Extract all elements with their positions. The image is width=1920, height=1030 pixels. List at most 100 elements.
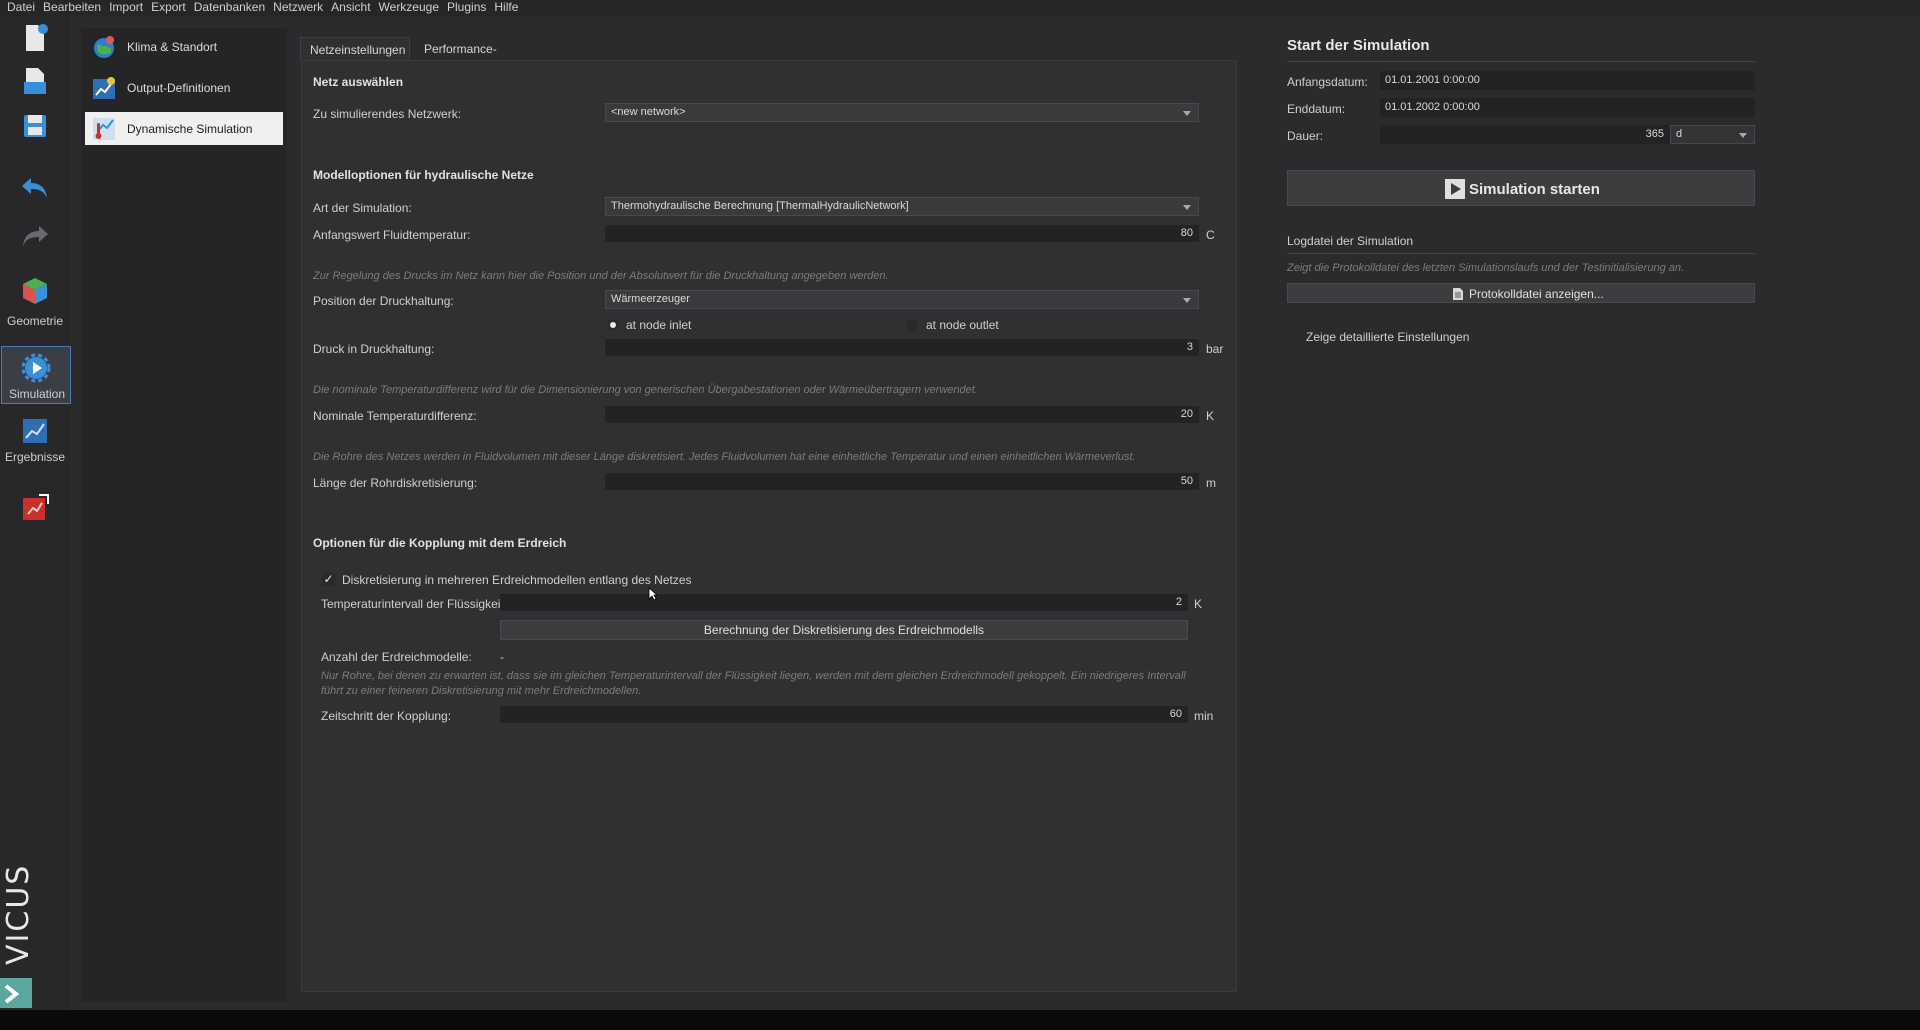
detail-settings-label: Zeige detaillierte Einstellungen xyxy=(1306,330,1470,344)
redo-button[interactable] xyxy=(0,222,70,254)
new-file-icon xyxy=(26,24,48,51)
simulation-start-title: Start der Simulation xyxy=(1287,37,1430,54)
start-date-input[interactable]: 01.01.2001 0:00:00 xyxy=(1380,71,1755,90)
simulation-start-panel: Start der Simulation Anfangsdatum: 01.01… xyxy=(1287,0,1757,360)
pipe-length-unit: m xyxy=(1206,476,1216,490)
fluid-interval-input[interactable]: 2 xyxy=(500,594,1188,611)
duration-value: 365 xyxy=(1645,128,1664,140)
pressure-position-combobox[interactable]: Wärmeerzeuger xyxy=(605,290,1199,309)
pressure-position-value: Wärmeerzeuger xyxy=(611,293,690,305)
pressure-input[interactable]: 3 xyxy=(605,339,1199,356)
radio-node-inlet[interactable] xyxy=(607,319,619,331)
duration-label: Dauer: xyxy=(1287,129,1324,143)
mouse-cursor-icon xyxy=(648,587,658,601)
pipe-length-value: 50 xyxy=(1180,475,1193,487)
geometry-mode-button[interactable]: Geometrie xyxy=(0,274,70,330)
section-network-select: Netz auswählen xyxy=(313,75,404,89)
end-date-label: Enddatum: xyxy=(1287,102,1346,116)
soil-discretization-checkbox[interactable]: ✓ xyxy=(322,573,335,586)
init-temp-input[interactable]: 80 xyxy=(605,225,1199,242)
undo-icon xyxy=(22,178,47,198)
menu-netzwerk[interactable]: Netzwerk xyxy=(273,0,323,15)
open-project-button[interactable] xyxy=(0,64,70,100)
nav-item-outputs[interactable]: Output-Definitionen xyxy=(85,71,283,104)
fluid-interval-label: Temperaturintervall der Flüssigkeit: xyxy=(321,597,508,611)
save-icon xyxy=(24,115,46,137)
chevron-down-icon xyxy=(1183,111,1191,116)
show-log-button[interactable]: Protokolldatei anzeigen... xyxy=(1287,283,1755,303)
results-chart-icon xyxy=(23,419,47,443)
radio-node-inlet-label: at node inlet xyxy=(626,318,692,332)
nav-label-dynamic-simulation: Dynamische Simulation xyxy=(127,122,253,136)
start-simulation-label: Simulation starten xyxy=(1469,181,1600,198)
section-soil-coupling: Optionen für die Kopplung mit dem Erdrei… xyxy=(313,536,567,550)
pressure-position-label: Position der Druckhaltung: xyxy=(313,294,454,308)
simulation-mode-button[interactable]: Simulation xyxy=(1,346,71,404)
init-temp-label: Anfangswert Fluidtemperatur: xyxy=(313,228,471,242)
start-date-label: Anfangsdatum: xyxy=(1287,75,1368,89)
globe-icon xyxy=(94,36,114,58)
menu-werkzeuge[interactable]: Werkzeuge xyxy=(379,0,439,15)
chevron-down-icon xyxy=(1183,205,1191,210)
geometry-cube-icon xyxy=(23,278,47,304)
radio-node-outlet[interactable] xyxy=(906,319,918,331)
temp-diff-unit: K xyxy=(1206,409,1215,423)
end-date-input[interactable]: 01.01.2002 0:00:00 xyxy=(1380,98,1755,117)
export-button[interactable] xyxy=(0,492,70,528)
open-file-icon xyxy=(24,68,46,94)
nav-label-climate: Klima & Standort xyxy=(127,40,218,54)
log-hint: Zeigt die Protokolldatei des letzten Sim… xyxy=(1287,262,1685,274)
results-mode-button[interactable]: Ergebnisse xyxy=(0,414,70,470)
duration-unit-combobox[interactable]: d xyxy=(1670,125,1755,144)
menu-bearbeiten[interactable]: Bearbeiten xyxy=(43,0,101,15)
start-simulation-button[interactable]: Simulation starten xyxy=(1287,170,1755,206)
results-label: Ergebnisse xyxy=(4,450,66,464)
chevron-down-icon xyxy=(1183,298,1191,303)
sim-type-combobox[interactable]: Thermohydraulische Berechnung [ThermalHy… xyxy=(605,197,1199,216)
undo-button[interactable] xyxy=(0,174,70,206)
calc-soil-discretization-button[interactable]: Berechnung der Diskretisierung des Erdre… xyxy=(500,620,1188,640)
soil-count-label: Anzahl der Erdreichmodelle: xyxy=(321,650,472,664)
show-log-label: Protokolldatei anzeigen... xyxy=(1469,287,1604,301)
divider xyxy=(1287,61,1755,62)
pipe-length-label: Länge der Rohrdiskretisierung: xyxy=(313,476,478,490)
coupling-step-value: 60 xyxy=(1169,708,1182,720)
coupling-step-input[interactable]: 60 xyxy=(500,706,1188,723)
brand-text: VICUS xyxy=(1,863,36,965)
menu-export[interactable]: Export xyxy=(151,0,186,15)
init-temp-unit: C xyxy=(1206,228,1215,242)
temp-diff-input[interactable]: 20 xyxy=(605,406,1199,423)
thermometer-icon xyxy=(93,118,115,140)
soil-hint-line-1: Nur Rohre, bei denen zu erwarten ist, da… xyxy=(321,670,1186,682)
pipe-hint: Die Rohre des Netzes werden in Fluidvolu… xyxy=(313,451,1136,463)
output-chart-icon xyxy=(93,77,115,99)
duration-input[interactable]: 365 xyxy=(1380,125,1670,144)
menu-datenbanken[interactable]: Datenbanken xyxy=(194,0,265,15)
nav-item-dynamic-simulation[interactable]: Dynamische Simulation xyxy=(85,112,283,145)
network-combobox[interactable]: <new network> xyxy=(605,103,1199,122)
redo-icon xyxy=(23,226,48,246)
tab-network-settings[interactable]: Netzeinstellungen xyxy=(300,37,410,61)
coupling-step-label: Zeitschritt der Kopplung: xyxy=(321,709,452,723)
init-temp-value: 80 xyxy=(1180,227,1193,239)
menu-import[interactable]: Import xyxy=(109,0,143,15)
pressure-value: 3 xyxy=(1186,341,1193,353)
bottom-bar xyxy=(0,1010,1920,1030)
pipe-length-input[interactable]: 50 xyxy=(605,473,1199,490)
pressure-unit: bar xyxy=(1206,342,1224,356)
detail-settings-checkbox[interactable] xyxy=(1287,330,1300,343)
radio-node-outlet-label: at node outlet xyxy=(926,318,999,332)
pressure-label: Druck in Druckhaltung: xyxy=(313,342,435,356)
nav-item-climate[interactable]: Klima & Standort xyxy=(85,30,283,63)
menu-datei[interactable]: Datei xyxy=(7,0,35,15)
section-hydraulic-options: Modelloptionen für hydraulische Netze xyxy=(313,168,534,182)
menu-hilfe[interactable]: Hilfe xyxy=(494,0,518,15)
save-project-button[interactable] xyxy=(0,109,70,145)
menu-ansicht[interactable]: Ansicht xyxy=(331,0,370,15)
log-title: Logdatei der Simulation xyxy=(1287,234,1414,248)
tab-performance-options[interactable]: Performance-Optionen xyxy=(415,37,506,80)
menu-plugins[interactable]: Plugins xyxy=(447,0,486,15)
new-project-button[interactable] xyxy=(0,20,70,56)
geometry-label: Geometrie xyxy=(6,314,64,328)
pressure-hint: Zur Regelung des Drucks im Netz kann hie… xyxy=(313,270,889,282)
